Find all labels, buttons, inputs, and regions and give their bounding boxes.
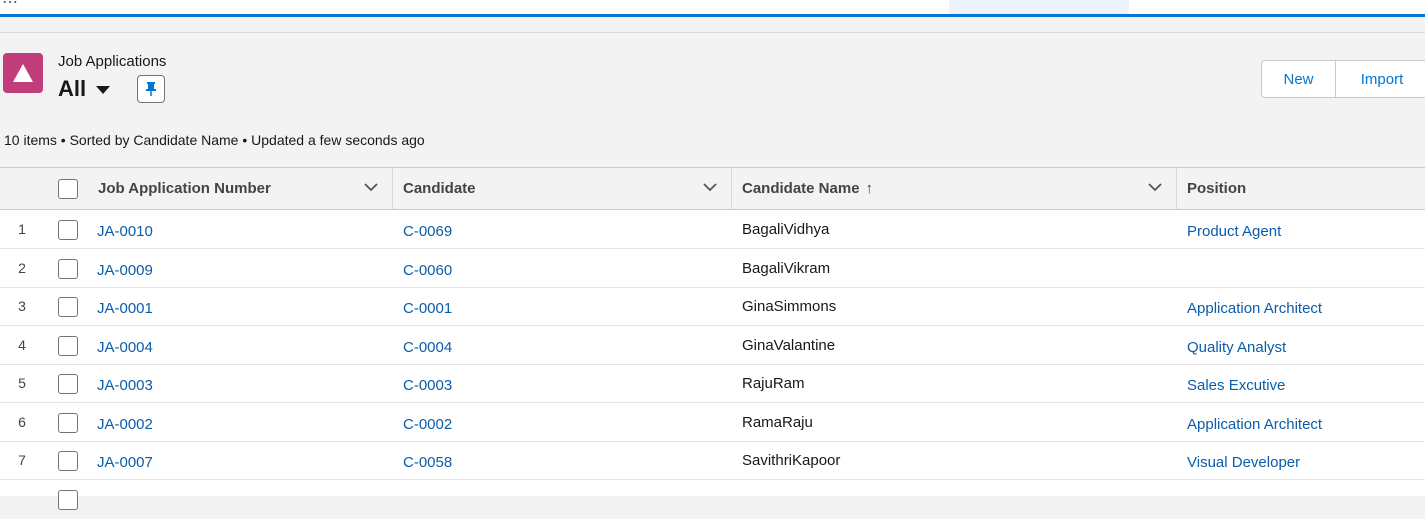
row-number: 5 (18, 375, 26, 391)
job-application-link[interactable]: JA-0001 (97, 300, 153, 317)
row-number: 1 (18, 221, 26, 237)
list-info-text: 10 items • Sorted by Candidate Name • Up… (4, 132, 425, 148)
candidate-link[interactable]: C-0004 (403, 339, 452, 356)
object-label: Job Applications (58, 53, 167, 70)
column-label: Candidate (403, 180, 476, 197)
row-checkbox[interactable] (58, 220, 78, 240)
candidate-name: GinaValantine (742, 337, 836, 354)
table-row: 2 JA-0009 C-0060 BagaliVikram (0, 249, 1425, 288)
table-row: 5 JA-0003 C-0003 RajuRam Sales Excutive (0, 364, 1425, 403)
column-header-job-application-number[interactable]: Job Application Number (90, 168, 393, 209)
row-number: 4 (18, 337, 26, 353)
job-application-link[interactable]: JA-0009 (97, 262, 153, 279)
position-link[interactable]: Sales Excutive (1187, 377, 1285, 394)
list-view-header: Job Applications All New Import 10 items… (0, 33, 1425, 167)
column-label: Job Application Number (98, 180, 271, 197)
row-checkbox[interactable] (58, 374, 78, 394)
row-checkbox[interactable] (58, 490, 78, 510)
table-row: 3 JA-0001 C-0001 GinaSimmons Application… (0, 287, 1425, 326)
row-checkbox[interactable] (58, 451, 78, 471)
row-checkbox[interactable] (58, 413, 78, 433)
job-application-link[interactable]: JA-0007 (97, 454, 153, 471)
sort-ascending-icon: ↑ (865, 180, 874, 197)
job-application-link[interactable]: JA-0003 (97, 377, 153, 394)
row-number: 2 (18, 260, 26, 276)
table-row: 7 JA-0007 C-0058 SavithriKapoor Visual D… (0, 441, 1425, 480)
row-number: 3 (18, 298, 26, 314)
candidate-name: RamaRaju (742, 414, 813, 431)
list-view-name: All (58, 76, 87, 101)
job-application-link[interactable]: JA-0002 (97, 416, 153, 433)
column-label: Position (1187, 180, 1247, 197)
position-link[interactable]: Visual Developer (1187, 454, 1300, 471)
table-header: Job Application Number Candidate Candida… (0, 168, 1425, 210)
row-number: 6 (18, 414, 26, 430)
table-row: 6 JA-0002 C-0002 RamaRaju Application Ar… (0, 403, 1425, 442)
candidate-link[interactable]: C-0001 (403, 300, 452, 317)
row-checkbox[interactable] (58, 297, 78, 317)
table-row: 1 JA-0010 C-0069 BagaliVidhya Product Ag… (0, 210, 1425, 249)
candidate-link[interactable]: C-0069 (403, 223, 452, 240)
candidate-link[interactable]: C-0003 (403, 377, 452, 394)
pin-icon (146, 82, 156, 96)
job-application-link[interactable]: JA-0004 (97, 339, 153, 356)
table-row: 4 JA-0004 C-0004 GinaValantine Quality A… (0, 326, 1425, 365)
position-link[interactable]: Product Agent (1187, 223, 1281, 240)
candidate-link[interactable]: C-0060 (403, 262, 452, 279)
caret-down-icon (96, 86, 111, 94)
new-button[interactable]: New (1261, 60, 1336, 98)
column-header-position[interactable]: Position (1179, 168, 1425, 209)
position-link[interactable]: Quality Analyst (1187, 339, 1286, 356)
job-application-link[interactable]: JA-0010 (97, 223, 153, 240)
candidate-name: RajuRam (742, 375, 805, 392)
candidate-name: GinaSimmons (742, 298, 837, 315)
candidate-name: BagaliVidhya (742, 221, 830, 238)
table-row-partial (0, 480, 1425, 519)
row-checkbox[interactable] (58, 336, 78, 356)
app-launcher-icon[interactable]: ⋯ (2, 0, 19, 12)
import-button[interactable]: Import (1336, 60, 1425, 98)
chevron-down-icon[interactable] (1148, 182, 1162, 192)
candidate-link[interactable]: C-0002 (403, 416, 452, 433)
column-header-candidate-name[interactable]: Candidate Name ↑ (734, 168, 1177, 209)
list-view-selector[interactable]: All (58, 76, 111, 102)
position-link[interactable]: Application Architect (1187, 416, 1322, 433)
active-nav-tab[interactable] (949, 0, 1129, 14)
chevron-down-icon[interactable] (364, 182, 378, 192)
header-actions: New Import (1261, 60, 1425, 98)
row-number: 7 (18, 452, 26, 468)
chevron-down-icon[interactable] (703, 182, 717, 192)
candidate-name: SavithriKapoor (742, 452, 841, 469)
job-applications-table: Job Application Number Candidate Candida… (0, 167, 1425, 510)
top-navigation-bar: ⋯ (0, 0, 1425, 17)
column-header-candidate[interactable]: Candidate (395, 168, 732, 209)
candidate-name: BagaliVikram (742, 260, 831, 277)
pin-list-view-button[interactable] (137, 75, 165, 103)
candidate-link[interactable]: C-0058 (403, 454, 452, 471)
job-application-object-icon (3, 53, 43, 93)
select-all-checkbox[interactable] (58, 179, 78, 199)
position-link[interactable]: Application Architect (1187, 300, 1322, 317)
triangle-icon (13, 64, 33, 82)
column-label: Candidate Name (742, 180, 860, 197)
row-checkbox[interactable] (58, 259, 78, 279)
